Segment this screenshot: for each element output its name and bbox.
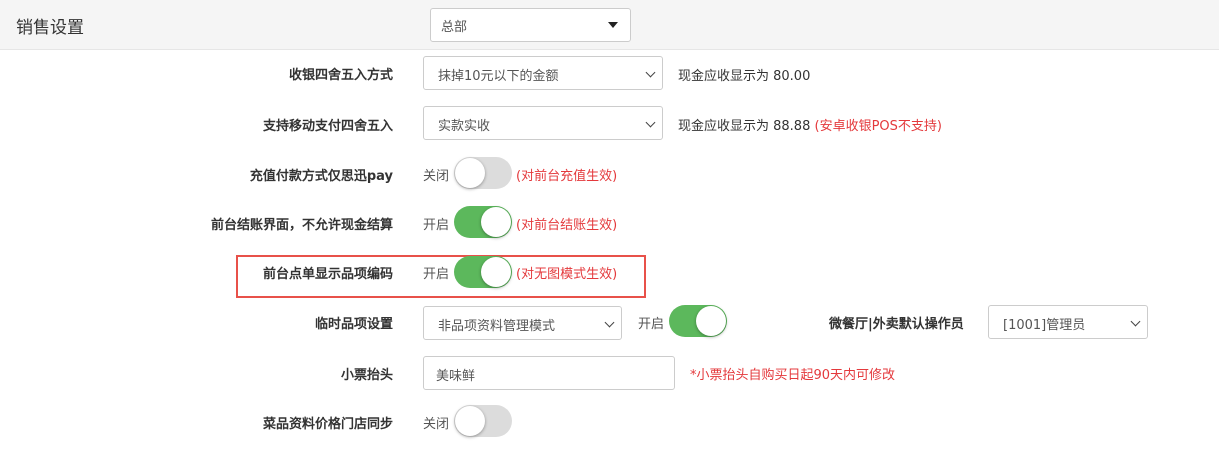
item-code-label: 前台点单显示品项编码 xyxy=(262,267,393,282)
operator-select[interactable]: [1001]管理员 xyxy=(988,305,1148,339)
recharge-pay-toggle[interactable] xyxy=(454,157,512,189)
price-sync-toggle[interactable] xyxy=(454,405,512,437)
item-code-note: (对无图模式生效) xyxy=(516,267,618,282)
item-code-state: 开启 xyxy=(423,267,450,282)
recharge-pay-label: 充值付款方式仅思迅pay xyxy=(249,169,393,184)
settings-header: 销售设置 总部 xyxy=(0,0,1219,50)
mobile-rounding-select[interactable]: 实款实收 xyxy=(423,106,663,140)
mobile-rounding-select-value: 实款实收 xyxy=(438,119,491,134)
mobile-rounding-label: 支持移动支付四舍五入 xyxy=(262,119,393,134)
chevron-down-icon xyxy=(604,317,615,328)
toggle-knob xyxy=(696,306,726,336)
temp-item-select[interactable]: 非品项资料管理模式 xyxy=(423,306,622,340)
mobile-rounding-hint: 现金应收显示为 88.88 (安卓收银POS不支持) xyxy=(678,115,942,134)
branch-select-value: 总部 xyxy=(441,20,468,35)
rounding-select[interactable]: 抹掉10元以下的金额 xyxy=(423,56,663,90)
receipt-header-value: 美味鲜 xyxy=(436,369,476,384)
caret-down-icon xyxy=(608,22,618,28)
operator-select-value: [1001]管理员 xyxy=(1003,318,1086,333)
page-title: 销售设置 xyxy=(16,18,84,38)
price-sync-state: 关闭 xyxy=(423,417,450,432)
recharge-pay-note: (对前台充值生效) xyxy=(516,169,618,184)
toggle-knob xyxy=(455,158,485,188)
toggle-knob xyxy=(455,406,485,436)
no-cash-label: 前台结账界面，不允许现金结算 xyxy=(210,218,393,233)
branch-select[interactable]: 总部 xyxy=(430,8,631,42)
item-code-toggle[interactable] xyxy=(454,256,512,288)
mobile-rounding-note: (安卓收银POS不支持) xyxy=(814,119,942,134)
rounding-label: 收银四舍五入方式 xyxy=(288,68,393,83)
receipt-header-input[interactable]: 美味鲜 xyxy=(423,356,675,390)
chevron-down-icon xyxy=(645,67,656,78)
no-cash-toggle[interactable] xyxy=(454,206,512,238)
chevron-down-icon xyxy=(645,117,656,128)
chevron-down-icon xyxy=(1130,316,1141,327)
rounding-select-value: 抹掉10元以下的金额 xyxy=(438,69,559,84)
temp-item-select-value: 非品项资料管理模式 xyxy=(438,319,556,334)
receipt-note: *小票抬头自购买日起90天内可修改 xyxy=(690,368,896,383)
temp-item-state: 开启 xyxy=(638,317,665,332)
rounding-hint: 现金应收显示为 80.00 xyxy=(678,69,811,84)
no-cash-note: (对前台结账生效) xyxy=(516,218,618,233)
toggle-knob xyxy=(481,207,511,237)
receipt-label: 小票抬头 xyxy=(340,368,393,383)
operator-label: 微餐厅|外卖默认操作员 xyxy=(829,317,964,332)
no-cash-state: 开启 xyxy=(423,218,450,233)
temp-item-label: 临时品项设置 xyxy=(314,317,393,332)
recharge-pay-state: 关闭 xyxy=(423,169,450,184)
temp-item-toggle[interactable] xyxy=(669,305,727,337)
toggle-knob xyxy=(481,257,511,287)
price-sync-label: 菜品资料价格门店同步 xyxy=(262,417,393,432)
mobile-rounding-hint-text: 现金应收显示为 88.88 xyxy=(678,119,811,134)
